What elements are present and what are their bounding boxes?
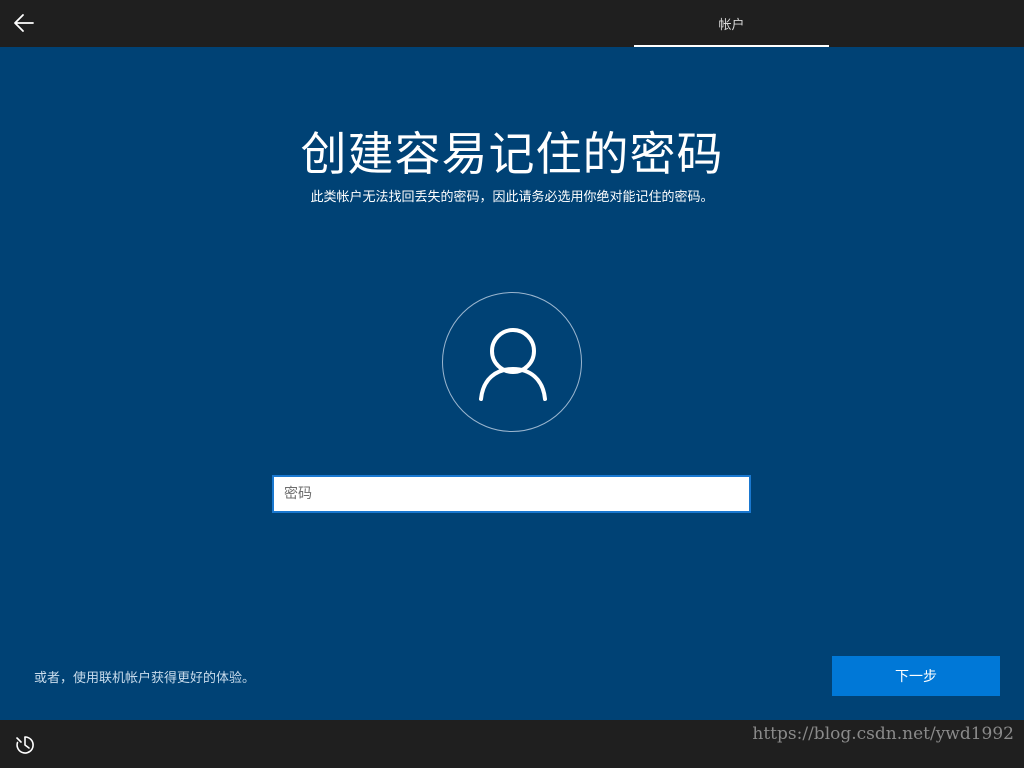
ease-of-access-icon bbox=[16, 736, 34, 754]
password-input[interactable] bbox=[272, 475, 751, 513]
tab-account[interactable]: 帐户 bbox=[634, 0, 829, 47]
arrow-left-icon bbox=[14, 14, 34, 32]
next-button[interactable]: 下一步 bbox=[832, 656, 1000, 696]
ease-of-access-button[interactable] bbox=[10, 732, 40, 758]
page-title: 创建容易记住的密码 bbox=[300, 127, 724, 181]
tab-active-indicator bbox=[634, 45, 829, 47]
top-bar: 帐户 bbox=[0, 0, 1024, 47]
bottom-bar: https://blog.csdn.net/ywd1992 bbox=[0, 720, 1024, 768]
watermark: https://blog.csdn.net/ywd1992 bbox=[752, 724, 1014, 744]
back-button[interactable] bbox=[8, 6, 40, 40]
avatar bbox=[442, 292, 582, 432]
user-icon bbox=[479, 328, 547, 401]
page-subtitle: 此类帐户无法找回丢失的密码，因此请务必选用你绝对能记住的密码。 bbox=[310, 190, 714, 205]
online-account-link[interactable]: 或者，使用联机帐户获得更好的体验。 bbox=[34, 667, 255, 686]
